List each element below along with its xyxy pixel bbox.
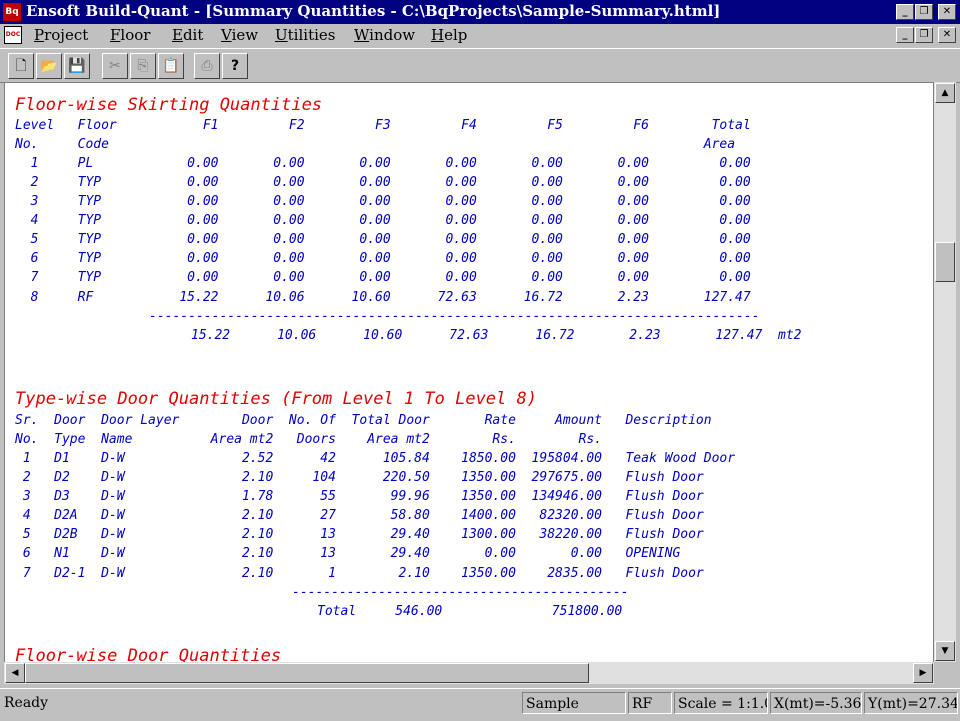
door-divider: ----------------------------------------… <box>292 585 629 600</box>
table-row: 7 TYP 0.00 0.00 0.00 0.00 0.00 0.00 0.00 <box>15 270 751 285</box>
open-folder-icon[interactable]: 📂 <box>36 53 62 79</box>
table-row: 8 RF 15.22 10.06 10.60 72.63 16.72 2.23 … <box>15 290 751 305</box>
save-disk-icon[interactable]: 💾 <box>64 53 90 79</box>
status-x-coordinate: X(mt)=-5.360 <box>770 692 862 714</box>
copy-icon[interactable]: ⎘ <box>130 53 156 79</box>
table-row: 4 D2A D-W 2.10 27 58.80 1400.00 82320.00… <box>15 508 704 523</box>
status-y-coordinate: Y(mt)=27.347 <box>864 692 958 714</box>
doc-close-icon[interactable]: ✕ <box>938 27 956 43</box>
vertical-scrollbar[interactable]: ▲ ▼ <box>934 82 956 662</box>
status-project: Sample <box>522 692 626 714</box>
scroll-left-icon[interactable]: ◀ <box>5 663 25 683</box>
restore-icon[interactable]: ❐ <box>915 4 933 20</box>
report-view[interactable]: Floor-wise Skirting Quantities Level Flo… <box>4 82 934 664</box>
minimize-icon[interactable]: _ <box>896 4 914 20</box>
help-icon[interactable]: ? <box>222 53 248 79</box>
scroll-right-icon[interactable]: ▶ <box>913 663 933 683</box>
menu-window[interactable]: Window <box>354 26 415 44</box>
table-row: 6 N1 D-W 2.10 13 29.40 0.00 0.00 OPENING <box>15 546 681 561</box>
table-row: 2 D2 D-W 2.10 104 220.50 1350.00 297675.… <box>15 470 704 485</box>
menu-utilities[interactable]: Utilities <box>275 26 335 44</box>
menu-help[interactable]: Help <box>431 26 467 44</box>
table-row: 4 TYP 0.00 0.00 0.00 0.00 0.00 0.00 0.00 <box>15 213 751 228</box>
table-row: 5 TYP 0.00 0.00 0.00 0.00 0.00 0.00 0.00 <box>15 232 751 247</box>
status-scale: Scale = 1:1.000 <box>674 692 768 714</box>
close-icon[interactable]: ✕ <box>938 4 956 20</box>
menu-bar: DOC Project Floor Edit View Utilities Wi… <box>0 24 960 46</box>
table-row: 1 PL 0.00 0.00 0.00 0.00 0.00 0.00 0.00 <box>15 156 751 171</box>
table-row: 3 TYP 0.00 0.00 0.00 0.00 0.00 0.00 0.00 <box>15 194 751 209</box>
status-bar: Ready Sample RF Scale = 1:1.000 X(mt)=-5… <box>0 688 960 721</box>
table-row: 1 D1 D-W 2.52 42 105.84 1850.00 195804.0… <box>15 451 736 466</box>
menu-view[interactable]: View <box>221 26 258 44</box>
table-row: 2 TYP 0.00 0.00 0.00 0.00 0.00 0.00 0.00 <box>15 175 751 190</box>
skirting-header-row-1: Level Floor F1 F2 F3 F4 F5 F6 Total <box>15 118 751 133</box>
scroll-corner <box>934 662 956 684</box>
new-file-icon[interactable]: 🗋 <box>8 53 34 79</box>
status-ready: Ready <box>4 695 49 711</box>
scroll-up-icon[interactable]: ▲ <box>935 83 955 103</box>
table-row: 3 D3 D-W 1.78 55 99.96 1350.00 134946.00… <box>15 489 704 504</box>
door-header-row-2: No. Type Name Area mt2 Doors Area mt2 Rs… <box>15 432 602 447</box>
vertical-scroll-thumb[interactable] <box>935 242 955 282</box>
door-title: Type-wise Door Quantities (From Level 1 … <box>15 389 537 409</box>
door-header-row-1: Sr. Door Door Layer Door No. Of Total Do… <box>15 413 712 428</box>
app-icon[interactable]: Bq <box>3 3 21 21</box>
table-row: 6 TYP 0.00 0.00 0.00 0.00 0.00 0.00 0.00 <box>15 251 751 266</box>
scroll-down-icon[interactable]: ▼ <box>935 641 955 661</box>
document-icon[interactable]: DOC <box>4 26 22 44</box>
table-row: 7 D2-1 D-W 2.10 1 2.10 1350.00 2835.00 F… <box>15 566 704 581</box>
skirting-header-row-2: No. Code Area <box>15 137 736 152</box>
skirting-title: Floor-wise Skirting Quantities <box>15 95 323 115</box>
cut-scissors-icon[interactable]: ✂ <box>102 53 128 79</box>
horizontal-scrollbar[interactable]: ◀ ▶ <box>4 662 934 684</box>
window-title: Ensoft Build-Quant - [Summary Quantities… <box>26 2 721 20</box>
paste-icon[interactable]: 📋 <box>158 53 184 79</box>
doc-restore-icon[interactable]: ❐ <box>915 27 933 43</box>
horizontal-scroll-thumb[interactable] <box>25 663 589 683</box>
status-floor: RF <box>628 692 672 714</box>
menu-floor[interactable]: Floor <box>110 26 150 44</box>
doc-minimize-icon[interactable]: _ <box>896 27 914 43</box>
skirting-divider: ----------------------------------------… <box>149 309 760 324</box>
table-row: 5 D2B D-W 2.10 13 29.40 1300.00 38220.00… <box>15 527 704 542</box>
skirting-total-row: 15.22 10.06 10.60 72.63 16.72 2.23 127.4… <box>191 328 802 343</box>
toolbar: 🗋 📂 💾 ✂ ⎘ 📋 ⎙ ? <box>0 48 960 83</box>
print-icon[interactable]: ⎙ <box>194 53 220 79</box>
door-total-row: Total 546.00 751800.00 <box>317 604 623 619</box>
menu-project[interactable]: Project <box>34 26 88 44</box>
menu-edit[interactable]: Edit <box>172 26 203 44</box>
title-bar: Bq Ensoft Build-Quant - [Summary Quantit… <box>0 0 960 24</box>
